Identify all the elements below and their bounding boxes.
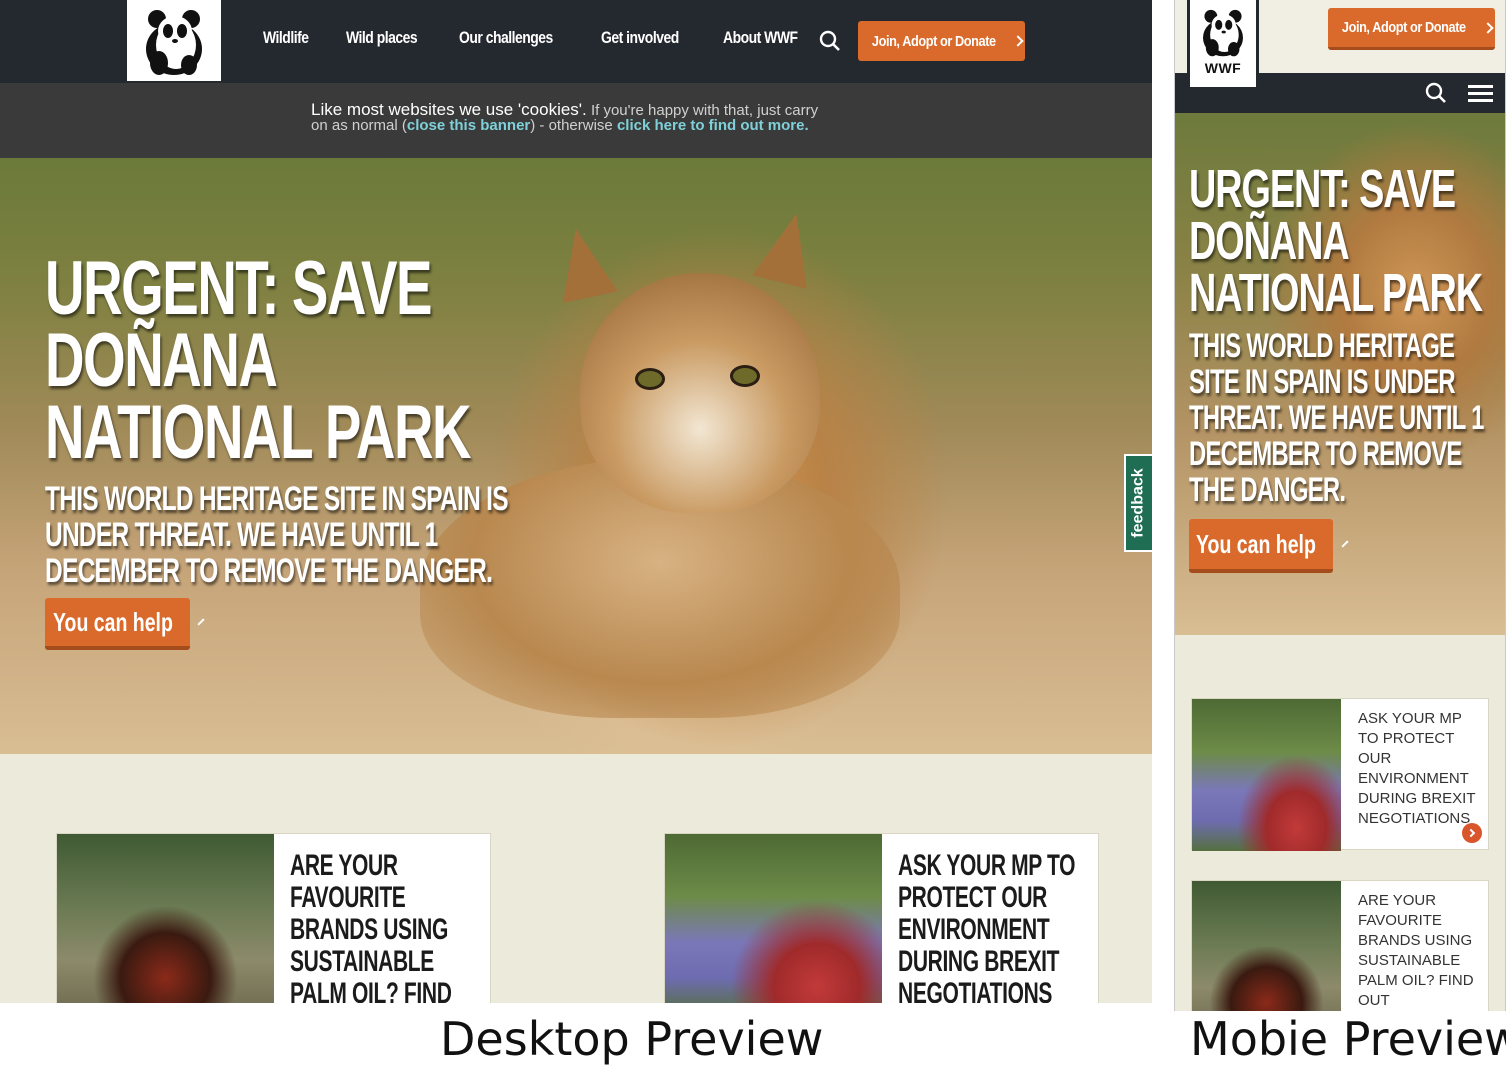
join-button-label: Join, Adopt or Donate — [1341, 19, 1466, 36]
chevron-right-icon — [1341, 540, 1349, 548]
you-can-help-button[interactable]: You can help — [45, 598, 205, 650]
panda-icon — [1203, 9, 1243, 57]
story-card-palm-oil[interactable]: ARE YOUR FAVOURITE BRANDS USING SUSTAINA… — [56, 833, 491, 1003]
main-menu: Wildlife Wild places Our challenges Get … — [263, 28, 840, 48]
mobile-caption: Mobie Preview — [1190, 1012, 1506, 1066]
mobile-preview: Join, Adopt or Donate WWF URGENT: SAVE D… — [1174, 0, 1506, 1011]
hero-subtitle: THIS WORLD HERITAGE SITE IN SPAIN IS UND… — [1189, 327, 1484, 509]
story-card-palm-oil[interactable]: ARE YOUR FAVOURITE BRANDS USING SUSTAINA… — [1191, 880, 1489, 1011]
close-banner-link[interactable]: close this banner — [407, 117, 530, 134]
lynx-face-image — [580, 273, 820, 513]
nav-wild-places[interactable]: Wild places — [346, 28, 418, 48]
cookie-message: Like most websites we use 'cookies'. If … — [311, 101, 831, 134]
nav-get-involved[interactable]: Get involved — [601, 28, 679, 48]
card-title: ASK YOUR MP TO PROTECT OUR ENVIRONMENT D… — [1358, 710, 1476, 827]
card-title: ASK YOUR MP TO PROTECT OUR ENVIRONMENT D… — [898, 849, 1076, 1004]
wwf-panda-logo[interactable] — [125, 0, 223, 83]
search-icon[interactable] — [819, 30, 841, 52]
search-icon[interactable] — [1425, 82, 1447, 104]
lynx-eye — [635, 368, 665, 390]
palm-oil-image — [57, 834, 274, 1003]
card-title: ARE YOUR FAVOURITE BRANDS USING SUSTAINA… — [1358, 892, 1474, 1009]
hamburger-menu-icon[interactable] — [1468, 85, 1493, 102]
hero-banner: URGENT: SAVE DOÑANA NATIONAL PARK THIS W… — [1175, 113, 1505, 635]
chevron-right-icon — [197, 618, 205, 626]
help-button-label: You can help — [1196, 528, 1316, 559]
story-card-brexit[interactable]: ASK YOUR MP TO PROTECT OUR ENVIRONMENT D… — [664, 833, 1099, 1003]
logo-wordmark: WWF — [1204, 60, 1242, 76]
cookie-banner: Like most websites we use 'cookies'. If … — [0, 83, 1152, 158]
top-navigation: Wildlife Wild places Our challenges Get … — [0, 0, 1152, 83]
hero-title: URGENT: SAVE DOÑANA NATIONAL PARK — [1189, 159, 1483, 323]
join-adopt-donate-button[interactable]: Join, Adopt or Donate — [1328, 8, 1495, 50]
lynx-ear-image — [752, 207, 824, 289]
desktop-caption: Desktop Preview — [440, 1012, 824, 1066]
cookie-text-3: . — [804, 117, 809, 134]
cookie-text-2: ) - otherwise — [530, 117, 617, 134]
chevron-right-icon — [1012, 35, 1024, 47]
wwf-panda-logo[interactable]: WWF — [1187, 0, 1259, 90]
bluebell-woodland-image — [1192, 699, 1341, 851]
nav-our-challenges[interactable]: Our challenges — [459, 28, 553, 48]
hero-banner: URGENT: SAVE DOÑANA NATIONAL PARK THIS W… — [0, 158, 1152, 754]
desktop-preview: Wildlife Wild places Our challenges Get … — [0, 0, 1152, 1003]
bluebell-woodland-image — [665, 834, 882, 1003]
lynx-eye — [730, 365, 760, 387]
chevron-right-icon — [1482, 21, 1494, 34]
you-can-help-button[interactable]: You can help — [1189, 519, 1349, 573]
arrow-circle-icon[interactable] — [1462, 823, 1482, 843]
feedback-tab[interactable]: feedback — [1124, 454, 1152, 552]
nav-wildlife[interactable]: Wildlife — [263, 28, 309, 48]
story-card-brexit[interactable]: ASK YOUR MP TO PROTECT OUR ENVIRONMENT D… — [1191, 698, 1489, 851]
join-button-label: Join, Adopt or Donate — [871, 32, 996, 50]
nav-about-wwf[interactable]: About WWF — [723, 28, 798, 48]
hero-subtitle: THIS WORLD HERITAGE SITE IN SPAIN IS UND… — [45, 480, 509, 590]
join-adopt-donate-button[interactable]: Join, Adopt or Donate — [858, 21, 1025, 61]
palm-oil-image — [1192, 881, 1341, 1011]
card-title: ARE YOUR FAVOURITE BRANDS USING SUSTAINA… — [290, 849, 452, 1004]
hero-title: URGENT: SAVE DOÑANA NATIONAL PARK — [45, 246, 472, 475]
cookie-more-link[interactable]: click here to find out more — [617, 117, 805, 134]
feedback-label: feedback — [1130, 468, 1147, 538]
help-button-label: You can help — [52, 606, 173, 637]
lynx-ear-image — [548, 222, 618, 304]
panda-icon — [146, 9, 202, 75]
